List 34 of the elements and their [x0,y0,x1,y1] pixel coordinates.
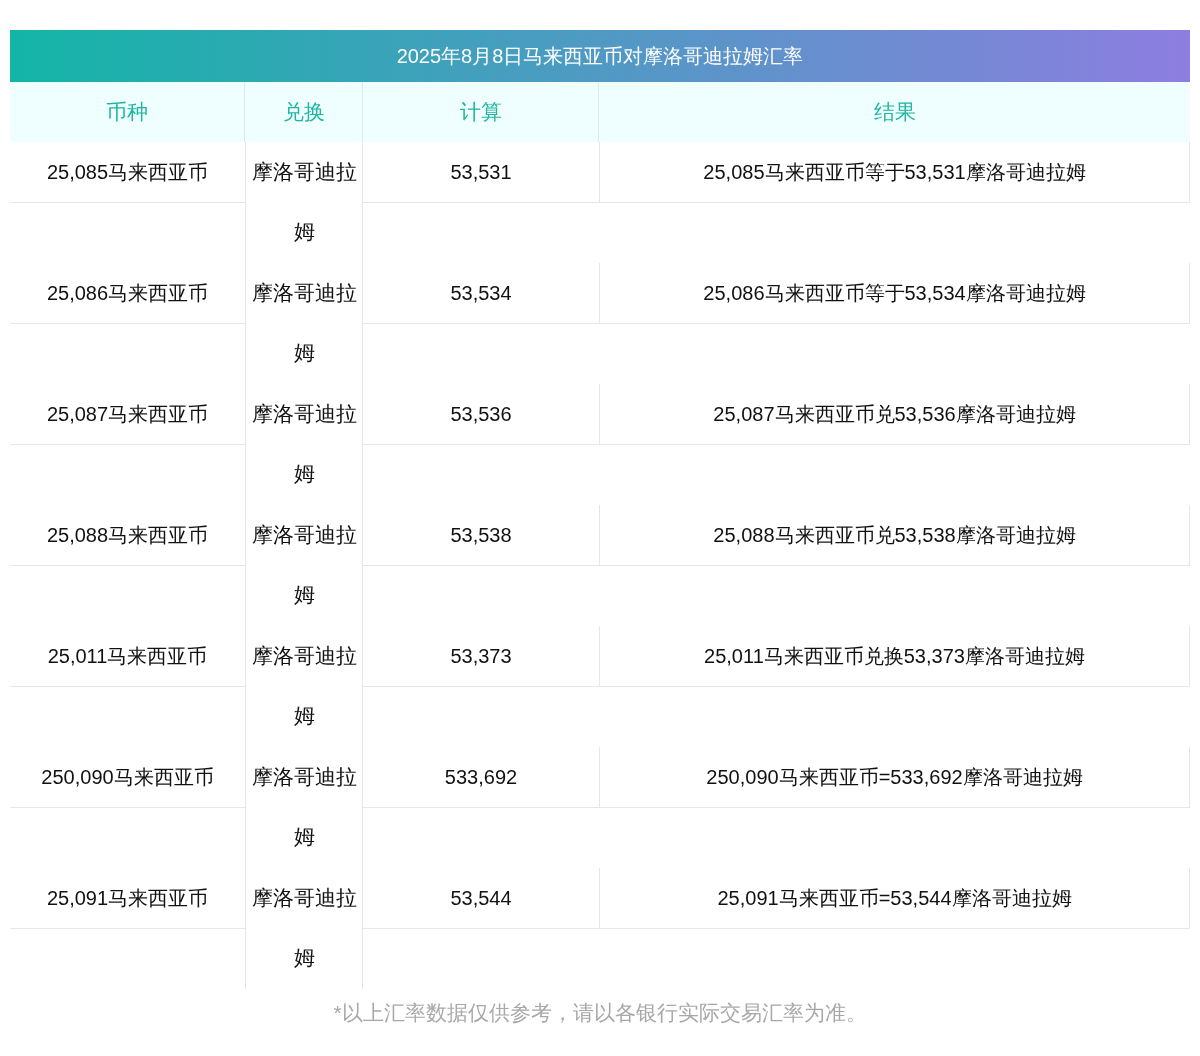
table-cell: 摩洛哥迪拉姆 [245,505,363,626]
column-header: 计算 [363,82,599,142]
table-cell: 摩洛哥迪拉姆 [245,747,363,868]
table-cell: 250,090马来西亚币=533,692摩洛哥迪拉姆 [599,747,1190,808]
table-cell: 摩洛哥迪拉姆 [245,142,363,263]
table-cell: 53,531 [363,142,599,203]
table-cell: 53,536 [363,384,599,445]
table-cell: 53,373 [363,626,599,687]
table-cell: 25,011马来西亚币 [10,626,245,687]
table-title: 2025年8月8日马来西亚币对摩洛哥迪拉姆汇率 [10,30,1190,82]
table-cell: 摩洛哥迪拉姆 [245,263,363,384]
table-cell: 25,091马来西亚币=53,544摩洛哥迪拉姆 [599,868,1190,929]
table-cell: 25,088马来西亚币 [10,505,245,566]
table-cell: 53,534 [363,263,599,324]
table-cell: 250,090马来西亚币 [10,747,245,808]
table-cell: 533,692 [363,747,599,808]
table-cell: 53,538 [363,505,599,566]
column-header: 兑换 [245,82,363,142]
table-cell: 25,085马来西亚币等于53,531摩洛哥迪拉姆 [599,142,1190,203]
table-cell: 25,087马来西亚币兑53,536摩洛哥迪拉姆 [599,384,1190,445]
table-cell: 25,086马来西亚币等于53,534摩洛哥迪拉姆 [599,263,1190,324]
table-cell: 25,091马来西亚币 [10,868,245,929]
table-cell: 25,011马来西亚币兑换53,373摩洛哥迪拉姆 [599,626,1190,687]
table-cell: 53,544 [363,868,599,929]
column-header: 结果 [599,82,1190,142]
table-cell: 25,086马来西亚币 [10,263,245,324]
table-cell: 摩洛哥迪拉姆 [245,626,363,747]
table-cell: 25,087马来西亚币 [10,384,245,445]
table-cell: 25,085马来西亚币 [10,142,245,203]
table-cell: 摩洛哥迪拉姆 [245,384,363,505]
column-header: 币种 [10,82,245,142]
footnote: *以上汇率数据仅供参考，请以各银行实际交易汇率为准。 [332,1000,868,1026]
table-cell: 摩洛哥迪拉姆 [245,868,363,989]
table-cell: 25,088马来西亚币兑53,538摩洛哥迪拉姆 [599,505,1190,566]
